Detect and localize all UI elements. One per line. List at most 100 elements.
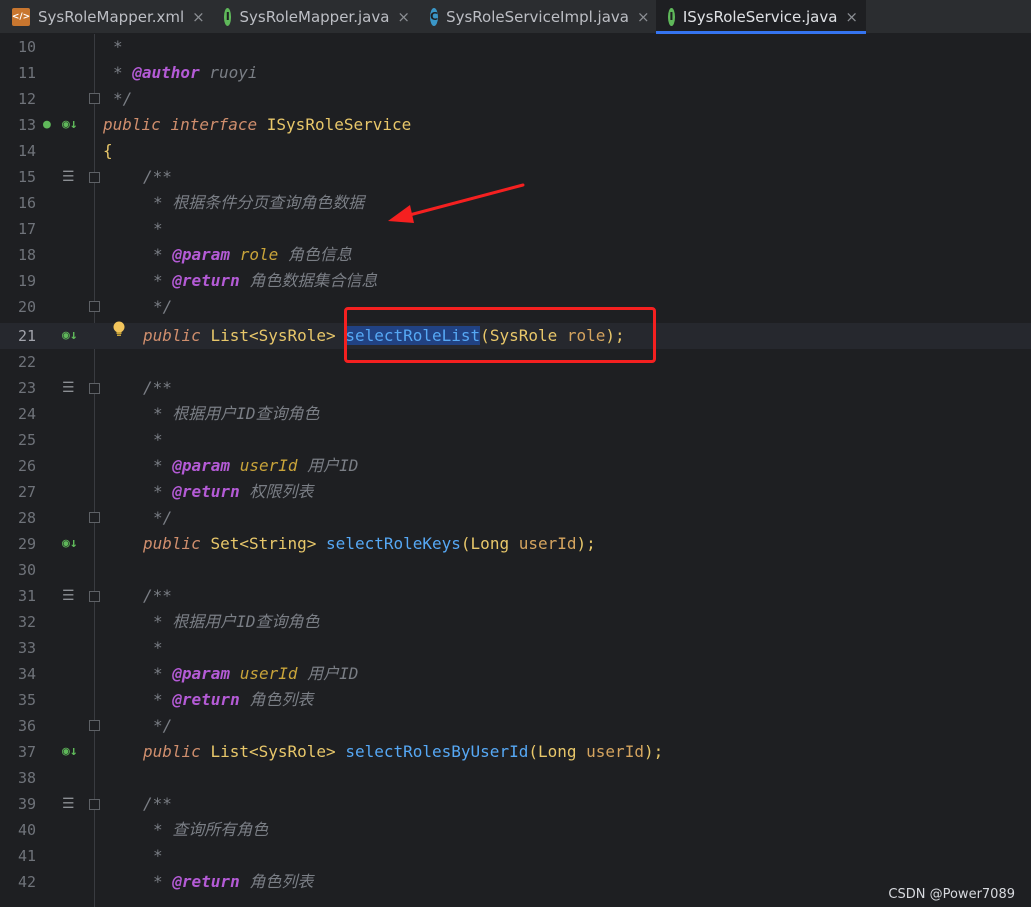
fold-marker-icon[interactable] <box>89 301 100 312</box>
code-line: 42 * @return 角色列表 <box>0 869 1031 895</box>
code-line: 38 <box>0 765 1031 791</box>
line-number: 18 <box>17 246 36 264</box>
line-number: 14 <box>17 142 36 160</box>
code-text: * 根据用户ID查询角色 <box>153 612 320 631</box>
line-number: 30 <box>17 561 36 579</box>
tab-sysrolemapper-java[interactable]: I SysRoleMapper.java × <box>212 0 418 33</box>
line-number: 11 <box>17 64 36 82</box>
code-text: public Set<String> selectRoleKeys(Long u… <box>143 534 596 553</box>
code-editor[interactable]: 10 * 11 * @author ruoyi 12 */ 13 ● ◉↓ pu… <box>0 34 1031 907</box>
code-line: 28 */ <box>0 505 1031 531</box>
code-line: 39 ☰ /** <box>0 791 1031 817</box>
spring-bean-icon[interactable]: ● <box>43 112 51 138</box>
fold-marker-icon[interactable] <box>89 383 100 394</box>
code-line: 18 * @param role 角色信息 <box>0 242 1031 268</box>
tab-label: SysRoleMapper.java <box>239 7 390 26</box>
code-line: 27 * @return 权限列表 <box>0 479 1031 505</box>
doc-comment-icon[interactable]: ☰ <box>62 583 75 609</box>
code-line: 41 * <box>0 843 1031 869</box>
lightbulb-icon[interactable] <box>112 321 126 337</box>
code-text: */ <box>153 508 173 527</box>
line-number: 40 <box>17 821 36 839</box>
line-number: 21 <box>17 327 36 345</box>
code-text: * <box>153 430 163 449</box>
code-text: * 根据用户ID查询角色 <box>153 404 320 423</box>
line-number: 13 <box>17 116 36 134</box>
line-number: 39 <box>17 795 36 813</box>
line-number: 19 <box>17 272 36 290</box>
code-line: 23 ☰ /** <box>0 375 1031 401</box>
line-number: 24 <box>17 405 36 423</box>
class-icon: C <box>430 7 439 26</box>
code-text: { <box>103 141 113 160</box>
fold-marker-icon[interactable] <box>89 512 100 523</box>
code-text: public interface ISysRoleService <box>103 115 412 134</box>
line-number: 25 <box>17 431 36 449</box>
annotation-highlight-box <box>344 307 656 363</box>
code-line: 25 * <box>0 427 1031 453</box>
code-text: * @author ruoyi <box>113 63 258 82</box>
close-icon[interactable]: × <box>192 8 205 26</box>
code-text: */ <box>113 89 133 108</box>
line-number: 12 <box>17 90 36 108</box>
code-text: * <box>113 37 123 56</box>
code-text: * @return 角色列表 <box>153 872 314 891</box>
fold-marker-icon[interactable] <box>89 93 100 104</box>
line-number: 17 <box>17 220 36 238</box>
code-line: 24 * 根据用户ID查询角色 <box>0 401 1031 427</box>
code-text: /** <box>143 794 172 813</box>
line-number: 42 <box>17 873 36 891</box>
line-number: 33 <box>17 639 36 657</box>
tab-label: SysRoleServiceImpl.java <box>446 7 629 26</box>
close-icon[interactable]: × <box>637 8 650 26</box>
code-line: 19 * @return 角色数据集合信息 <box>0 268 1031 294</box>
code-text: * @param role 角色信息 <box>153 245 352 264</box>
code-text: */ <box>153 297 173 316</box>
code-text: /** <box>143 378 172 397</box>
implemented-icon[interactable]: ◉↓ <box>62 531 78 557</box>
code-line: 14 { <box>0 138 1031 164</box>
tab-sysrolemapper-xml[interactable]: </> SysRoleMapper.xml × <box>0 0 212 33</box>
code-text: /** <box>143 167 172 186</box>
code-text: * 查询所有角色 <box>153 820 269 839</box>
line-number: 20 <box>17 298 36 316</box>
line-number: 35 <box>17 691 36 709</box>
code-text: * <box>153 638 163 657</box>
code-line: 40 * 查询所有角色 <box>0 817 1031 843</box>
tab-sysroleserviceimpl-java[interactable]: C SysRoleServiceImpl.java × <box>418 0 656 33</box>
doc-comment-icon[interactable]: ☰ <box>62 791 75 817</box>
code-text: * @param userId 用户ID <box>153 664 359 683</box>
close-icon[interactable]: × <box>397 8 410 26</box>
code-text: public List<SysRole> selectRolesByUserId… <box>143 742 664 761</box>
code-line: 29 ◉↓ public Set<String> selectRoleKeys(… <box>0 531 1031 557</box>
fold-marker-icon[interactable] <box>89 799 100 810</box>
line-number: 32 <box>17 613 36 631</box>
close-icon[interactable]: × <box>845 8 858 26</box>
code-line: 33 * <box>0 635 1031 661</box>
line-number: 15 <box>17 168 36 186</box>
fold-marker-icon[interactable] <box>89 172 100 183</box>
code-line: 13 ● ◉↓ public interface ISysRoleService <box>0 112 1031 138</box>
fold-marker-icon[interactable] <box>89 591 100 602</box>
implemented-icon[interactable]: ◉↓ <box>62 739 78 765</box>
tab-label: SysRoleMapper.xml <box>38 7 185 26</box>
code-line: 12 */ <box>0 86 1031 112</box>
line-number: 41 <box>17 847 36 865</box>
implemented-icon[interactable]: ◉↓ <box>62 112 78 138</box>
line-number: 23 <box>17 379 36 397</box>
doc-comment-icon[interactable]: ☰ <box>62 375 75 401</box>
fold-marker-icon[interactable] <box>89 720 100 731</box>
line-number: 29 <box>17 535 36 553</box>
code-text: */ <box>153 716 173 735</box>
line-number: 34 <box>17 665 36 683</box>
doc-comment-icon[interactable]: ☰ <box>62 164 75 190</box>
line-number: 10 <box>17 38 36 56</box>
code-line: 31 ☰ /** <box>0 583 1031 609</box>
watermark: CSDN @Power7089 <box>888 887 1015 902</box>
implemented-icon[interactable]: ◉↓ <box>62 323 78 349</box>
code-line: 11 * @author ruoyi <box>0 60 1031 86</box>
tab-isysroleservice-java[interactable]: I ISysRoleService.java × <box>656 0 866 34</box>
code-line: 26 * @param userId 用户ID <box>0 453 1031 479</box>
code-text: /** <box>143 586 172 605</box>
tab-label: ISysRoleService.java <box>682 7 838 26</box>
